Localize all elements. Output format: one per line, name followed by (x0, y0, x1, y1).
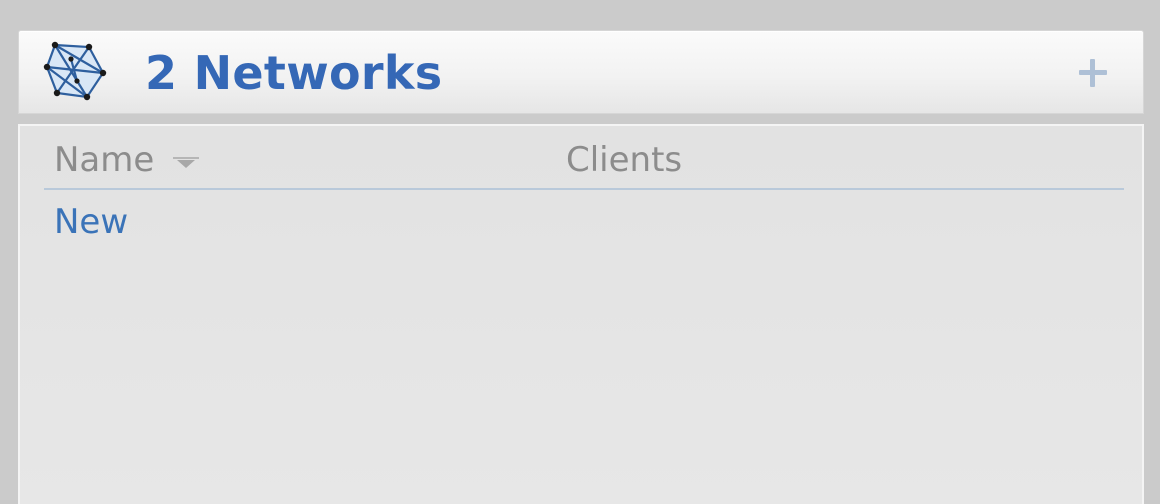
column-header-name-label: Name (54, 140, 155, 180)
table-row[interactable]: New (44, 196, 1124, 252)
list-header: Name Clients (44, 126, 1124, 190)
network-name-link[interactable]: New (54, 200, 128, 244)
sort-down-icon (173, 156, 200, 168)
panel-title: 2 Networks (145, 46, 443, 100)
networks-header: 2 Networks (18, 30, 1144, 114)
column-header-clients[interactable]: Clients (566, 138, 682, 182)
networks-list: Name Clients New (18, 124, 1144, 504)
networks-widget: 2 Networks Name Clients New (0, 0, 1160, 504)
column-header-name[interactable]: Name (54, 138, 201, 182)
network-icon (43, 41, 107, 101)
add-network-button[interactable] (1073, 53, 1113, 93)
